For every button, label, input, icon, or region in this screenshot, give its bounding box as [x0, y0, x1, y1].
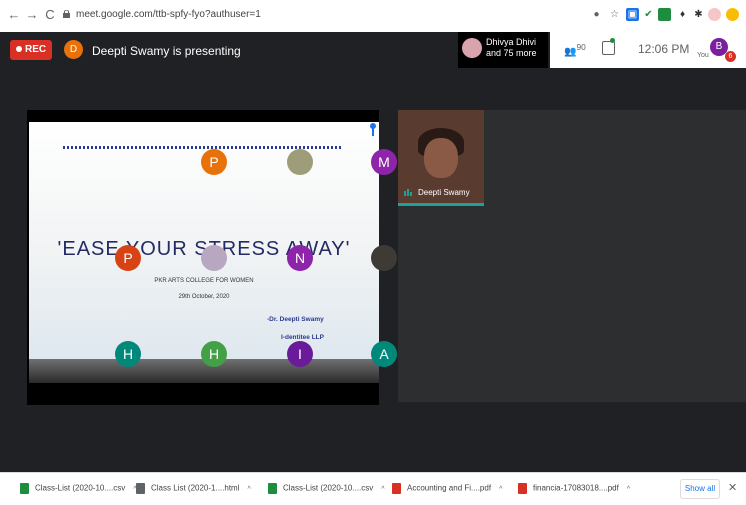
record-dot-icon — [16, 46, 22, 53]
participant-grid: Deepti Swamy P M P N H H I A — [115, 110, 746, 402]
check-extension-icon[interactable]: ✔ — [642, 8, 655, 21]
download-label: Class List (2020-1....html — [151, 483, 240, 493]
participant-avatar[interactable]: P — [115, 245, 141, 271]
browser-toolbar: ← → C meet.google.com/ttb-spfy-fyo?authu… — [0, 0, 746, 33]
chevron-up-icon[interactable]: ^ — [247, 486, 250, 493]
sheets-extension-icon[interactable] — [658, 8, 671, 21]
file-icon — [268, 483, 277, 494]
notification-badge: 6 — [725, 51, 736, 62]
presenting-status: Deepti Swamy is presenting — [92, 44, 241, 58]
you-label: You — [697, 52, 709, 59]
file-icon — [20, 483, 29, 494]
download-label: Class-List (2020-10....csv — [283, 483, 374, 493]
file-icon — [136, 483, 145, 494]
participant-thumbnail — [462, 38, 482, 58]
download-label: Class-List (2020-10....csv — [35, 483, 126, 493]
slide-logo-icon — [370, 123, 376, 136]
extension-icon[interactable]: ♦ — [676, 8, 689, 21]
presenter-avatar: D — [64, 40, 83, 59]
download-item[interactable]: Class-List (2020-10....csv ^ — [268, 483, 385, 497]
star-icon[interactable]: ☆ — [608, 8, 621, 21]
active-speaker-bar — [398, 203, 484, 206]
chevron-up-icon[interactable]: ^ — [627, 486, 630, 493]
participant-avatar[interactable] — [371, 245, 397, 271]
forward-button[interactable]: → — [24, 7, 40, 23]
participants-more: and 75 more — [486, 48, 537, 58]
download-item[interactable]: Class List (2020-1....html ^ — [136, 483, 251, 497]
lock-icon — [63, 10, 70, 18]
participant-name: Dhivya Dhivi — [486, 37, 537, 47]
download-item[interactable]: financia-17083018....pdf ^ — [518, 483, 630, 497]
participant-avatar[interactable]: H — [115, 341, 141, 367]
puzzle-icon[interactable]: ✱ — [692, 8, 705, 21]
download-item[interactable]: Class-List (2020-10....csv ^ — [20, 483, 137, 497]
extension-icon[interactable]: ▣ — [626, 8, 639, 21]
participant-avatar[interactable] — [287, 149, 313, 175]
people-icon[interactable]: 👥90 — [564, 42, 586, 57]
people-count: 90 — [576, 42, 586, 52]
update-icon[interactable] — [726, 8, 739, 21]
people-glyph: 👥 — [564, 46, 577, 58]
download-label: financia-17083018....pdf — [533, 483, 619, 493]
slide-date: 29th October, 2020 — [178, 294, 230, 300]
slide-organization: I-dentitee LLP — [281, 334, 324, 341]
show-all-button[interactable]: Show all — [680, 479, 720, 499]
participant-avatar[interactable]: P — [201, 149, 227, 175]
profile-icon[interactable] — [708, 8, 721, 21]
address-bar[interactable]: meet.google.com/ttb-spfy-fyo?authuser=1 — [60, 5, 460, 27]
camera-video-face — [424, 138, 458, 178]
participant-avatar[interactable] — [201, 245, 227, 271]
meeting-controls: 👥90 12:06 PM You B 6 — [550, 32, 746, 68]
slide-author: -Dr. Deepti Swamy — [267, 316, 324, 323]
participant-avatar[interactable]: N — [287, 245, 313, 271]
chevron-up-icon[interactable]: ^ — [499, 486, 502, 493]
participants-preview[interactable]: Dhivya Dhivi and 75 more — [458, 32, 548, 68]
rec-label: REC — [25, 44, 47, 55]
file-icon — [518, 483, 527, 494]
meeting-clock: 12:06 PM — [638, 42, 690, 56]
slide-college: PKR ARTS COLLEGE FOR WOMEN — [154, 278, 254, 284]
download-label: Accounting and Fi....pdf — [407, 483, 492, 493]
chat-icon[interactable] — [602, 41, 615, 55]
chat-notification-dot — [610, 38, 615, 43]
camera-name: Deepti Swamy — [418, 188, 470, 197]
participant-avatar[interactable]: H — [201, 341, 227, 367]
url-text: meet.google.com/ttb-spfy-fyo?authuser=1 — [76, 9, 261, 20]
download-item[interactable]: Accounting and Fi....pdf ^ — [392, 483, 502, 497]
back-button[interactable]: ← — [6, 7, 22, 23]
participants-text: Dhivya Dhivi and 75 more — [486, 37, 537, 59]
participant-avatar[interactable]: A — [371, 341, 397, 367]
close-downloads-icon[interactable]: ✕ — [728, 481, 737, 494]
camera-tile[interactable]: Deepti Swamy — [398, 110, 484, 206]
participant-avatar[interactable]: M — [371, 149, 397, 175]
participant-avatar[interactable]: I — [287, 341, 313, 367]
downloads-bar: Class-List (2020-10....csv ^ Class List (2… — [0, 472, 746, 505]
camera-icon[interactable]: ● — [590, 8, 603, 21]
file-icon — [392, 483, 401, 494]
audio-level-icon — [404, 189, 412, 196]
chevron-up-icon[interactable]: ^ — [381, 486, 384, 493]
reload-button[interactable]: C — [42, 7, 58, 23]
recording-badge: REC — [10, 40, 52, 60]
